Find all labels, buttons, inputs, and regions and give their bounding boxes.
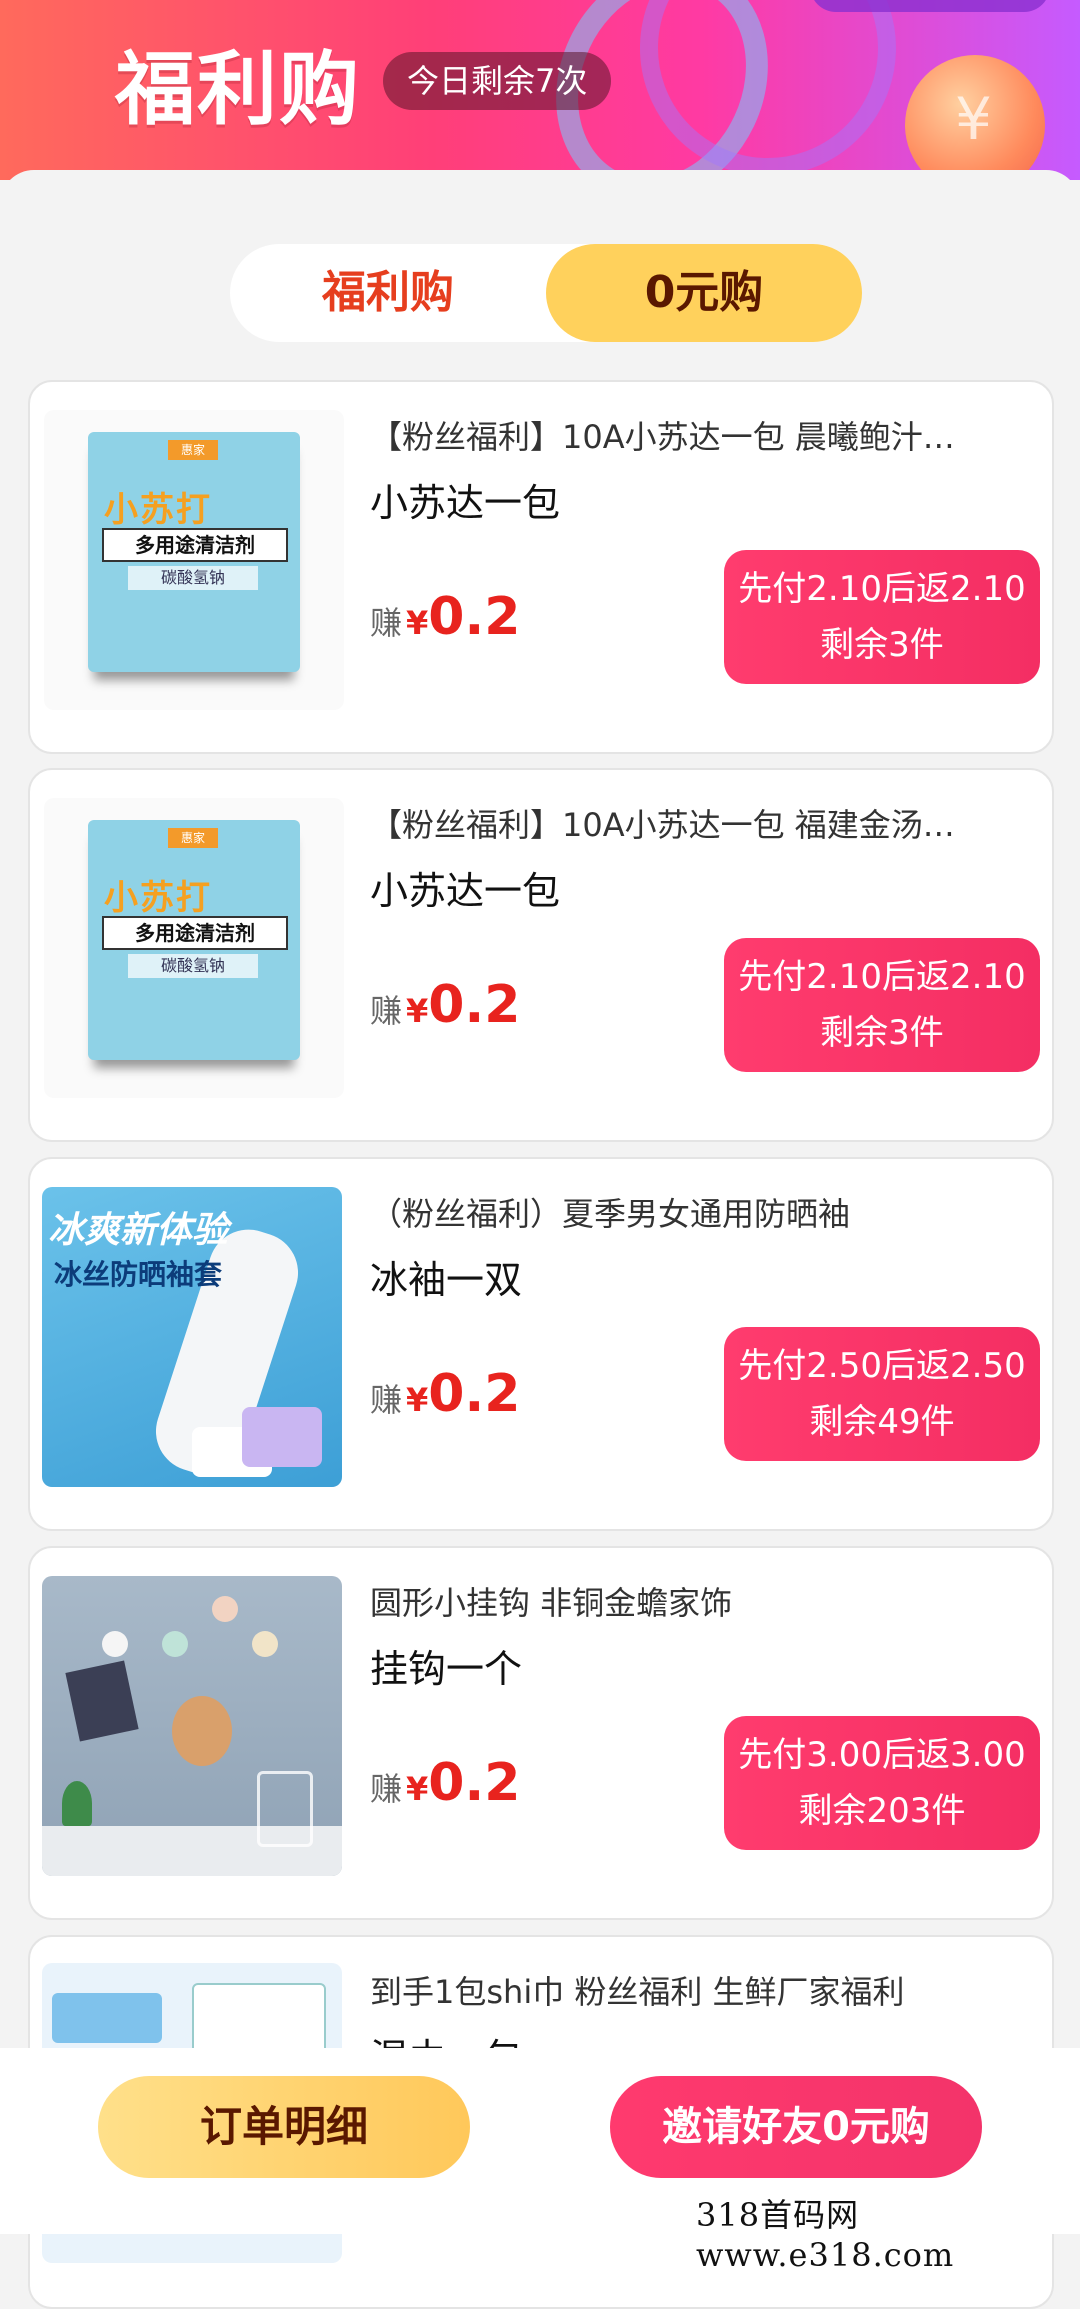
hook-pink [212, 1596, 238, 1622]
earn-label: 赚 [370, 1770, 403, 1808]
product-title: 【粉丝福利】10A小苏达一包 福建金汤… [370, 806, 955, 844]
stock-remaining: 剩余3件 [820, 1013, 944, 1053]
product-name: 挂钩一个 [370, 1647, 523, 1691]
earn-value: 0.2 [428, 587, 521, 647]
tab-welfare-buy[interactable]: 福利购 [230, 244, 546, 342]
packet-sub: 碳酸氢钠 [128, 566, 258, 590]
plant [62, 1781, 92, 1826]
earn-amount: 赚 ¥0.2 [370, 975, 520, 1035]
hook-white [102, 1631, 128, 1657]
earn-amount: 赚 ¥0.2 [370, 587, 520, 647]
currency-symbol: ¥ [406, 992, 429, 1030]
earn-label: 赚 [370, 1381, 403, 1419]
product-image-baking-soda: 惠家 小苏打 多用途清洁剂 碳酸氢钠 [44, 798, 344, 1098]
packet-sub: 碳酸氢钠 [128, 954, 258, 978]
decorative-pill [810, 0, 1050, 12]
packet-title: 小苏打 [104, 878, 212, 918]
currency-symbol: ¥ [406, 604, 429, 642]
earn-amount: 赚 ¥0.2 [370, 1364, 520, 1424]
currency-symbol: ¥ [406, 1770, 429, 1808]
buy-button[interactable]: 先付2.10后返2.10 剩余3件 [724, 938, 1040, 1072]
watermark: 318首码网 www.e318.com [696, 2196, 955, 2274]
earn-value: 0.2 [428, 1753, 521, 1813]
hero-banner: ¥ 福利购 今日剩余7次 [0, 0, 1080, 180]
product-title: 到手1包shi巾 粉丝福利 生鲜厂家福利 [370, 1973, 905, 2011]
image-caption: 冰爽新体验 [48, 1210, 229, 1251]
buy-button[interactable]: 先付3.00后返3.00 剩余203件 [724, 1716, 1040, 1850]
tab-zero-yuan-buy[interactable]: 0元购 [546, 244, 862, 342]
pay-refund-text: 先付2.10后返2.10 [738, 569, 1026, 609]
product-name: 冰袖一双 [370, 1258, 523, 1302]
packet-band: 多用途清洁剂 [102, 528, 288, 562]
packet-band: 多用途清洁剂 [102, 916, 288, 950]
stock-remaining: 剩余203件 [798, 1791, 966, 1831]
earn-amount: 赚 ¥0.2 [370, 1753, 520, 1813]
earn-label: 赚 [370, 604, 403, 642]
wipes-feature-icons [192, 1983, 326, 2057]
product-card[interactable]: 圆形小挂钩 非铜金蟾家饰 挂钩一个 赚 ¥0.2 先付3.00后返3.00 剩余2… [28, 1546, 1054, 1920]
product-title: （粉丝福利）夏季男女通用防晒袖 [370, 1195, 851, 1233]
hook-mint [162, 1631, 188, 1657]
brand-logo: 惠家 [168, 828, 218, 848]
pay-refund-text: 先付2.10后返2.10 [738, 957, 1026, 997]
product-name: 小苏达一包 [370, 481, 561, 525]
glass [257, 1771, 313, 1847]
earn-value: 0.2 [428, 975, 521, 1035]
earn-value: 0.2 [428, 1364, 521, 1424]
product-card[interactable]: 惠家 小苏打 多用途清洁剂 碳酸氢钠 【粉丝福利】10A小苏达一包 福建金汤… … [28, 768, 1054, 1142]
product-name: 小苏达一包 [370, 869, 561, 913]
product-image-wall-hooks [42, 1576, 342, 1876]
product-image-baking-soda: 惠家 小苏打 多用途清洁剂 碳酸氢钠 [44, 410, 344, 710]
pay-refund-text: 先付3.00后返3.00 [738, 1735, 1026, 1775]
pay-refund-text: 先付2.50后返2.50 [738, 1346, 1026, 1386]
hanging-toy [172, 1696, 232, 1766]
product-title: 【粉丝福利】10A小苏达一包 晨曦鲍汁… [370, 418, 955, 456]
page-title: 福利购 [115, 43, 361, 136]
product-card[interactable]: 冰爽新体验 冰丝防晒袖套 （粉丝福利）夏季男女通用防晒袖 冰袖一双 赚 ¥0.2 … [28, 1157, 1054, 1531]
image-subcaption: 冰丝防晒袖套 [54, 1258, 223, 1291]
packet-title: 小苏打 [104, 490, 212, 530]
mode-tabs: 福利购 0元购 [230, 244, 862, 342]
order-details-button[interactable]: 订单明细 [98, 2076, 470, 2178]
stock-remaining: 剩余49件 [809, 1402, 955, 1442]
invite-friends-button[interactable]: 邀请好友0元购 [610, 2076, 982, 2178]
remaining-count-badge: 今日剩余7次 [383, 52, 612, 110]
hook-cream [252, 1631, 278, 1657]
hanging-bag [65, 1660, 139, 1742]
currency-symbol: ¥ [406, 1381, 429, 1419]
buy-button[interactable]: 先付2.50后返2.50 剩余49件 [724, 1327, 1040, 1461]
stock-remaining: 剩余3件 [820, 625, 944, 665]
brand-logo: 惠家 [168, 440, 218, 460]
buy-button[interactable]: 先付2.10后返2.10 剩余3件 [724, 550, 1040, 684]
earn-label: 赚 [370, 992, 403, 1030]
product-image-ice-sleeve: 冰爽新体验 冰丝防晒袖套 [42, 1187, 342, 1487]
sleeve-folded-purple [242, 1407, 322, 1467]
product-title: 圆形小挂钩 非铜金蟾家饰 [370, 1584, 733, 1622]
wipes-pack [52, 1993, 162, 2043]
product-card[interactable]: 惠家 小苏打 多用途清洁剂 碳酸氢钠 【粉丝福利】10A小苏达一包 晨曦鲍汁… … [28, 380, 1054, 754]
yen-coin-icon: ¥ [955, 85, 992, 153]
